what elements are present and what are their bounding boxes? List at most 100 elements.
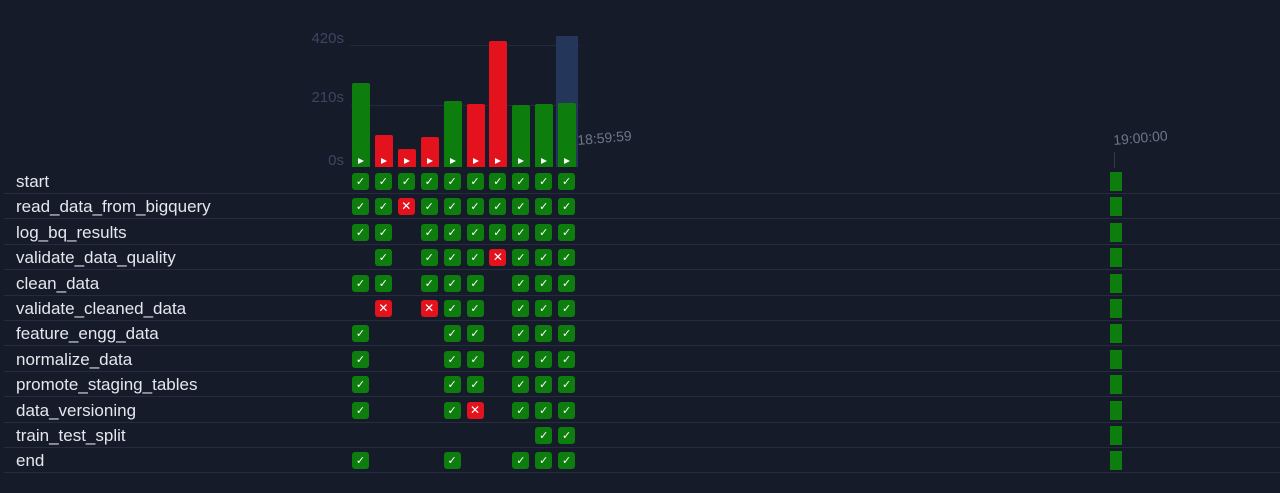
task-row[interactable]: start ✓ ✓ ✓ ✓ ✓ ✓ ✓ ✓ ✓ ✓ [4, 169, 1280, 194]
task-name[interactable]: validate_cleaned_data [16, 299, 186, 319]
success-check-icon[interactable]: ✓ [352, 376, 369, 394]
success-check-icon[interactable]: ✓ [512, 452, 530, 470]
success-check-icon[interactable]: ✓ [558, 173, 576, 190]
upstream-failed-icon[interactable] [375, 452, 392, 469]
success-check-icon[interactable]: ✓ [558, 249, 576, 267]
success-check-icon[interactable]: ✓ [443, 350, 461, 368]
success-check-icon[interactable]: ✓ [512, 350, 530, 368]
success-check-icon[interactable]: ✓ [512, 198, 530, 216]
upstream-failed-icon[interactable] [398, 402, 415, 419]
upstream-failed-icon[interactable] [421, 402, 438, 419]
task-name[interactable]: train_test_split [16, 426, 126, 446]
task-name[interactable]: log_bq_results [16, 223, 127, 243]
upstream-failed-icon[interactable] [375, 351, 392, 368]
success-check-icon[interactable]: ✓ [466, 350, 484, 368]
success-check-icon[interactable]: ✓ [443, 300, 461, 317]
upstream-failed-icon[interactable] [375, 376, 392, 393]
run-column[interactable] [419, 36, 441, 167]
task-row[interactable]: read_data_from_bigquery ✓ ✓ ✕ ✓ ✓ ✓ ✓ ✓ ✓ ✓ [4, 194, 1280, 220]
success-check-icon[interactable]: ✓ [352, 198, 369, 216]
upstream-failed-icon[interactable] [398, 351, 415, 368]
success-check-icon[interactable]: ✓ [352, 401, 369, 419]
success-check-icon[interactable]: ✓ [558, 223, 576, 241]
upstream-failed-icon[interactable] [489, 452, 506, 469]
success-check-icon[interactable]: ✓ [558, 300, 576, 317]
upstream-failed-icon[interactable] [398, 224, 415, 241]
success-check-icon[interactable]: ✓ [420, 274, 438, 292]
task-name[interactable]: data_versioning [16, 401, 136, 421]
success-check-icon[interactable]: ✓ [535, 376, 553, 394]
task-row[interactable]: data_versioning ✓ ✓ ✕ ✓ ✓ ✓ [4, 398, 1280, 423]
upstream-failed-icon[interactable] [489, 300, 506, 317]
success-check-icon[interactable]: ✓ [535, 173, 553, 190]
task-row[interactable]: feature_engg_data ✓ ✓ ✓ ✓ ✓ ✓ [4, 321, 1280, 347]
gantt-duration-bar[interactable] [1110, 197, 1122, 217]
success-check-icon[interactable]: ✓ [374, 274, 392, 292]
task-row[interactable]: clean_data ✓ ✓ ✓ ✓ ✓ ✓ ✓ ✓ [4, 271, 1280, 296]
success-check-icon[interactable]: ✓ [443, 173, 461, 190]
run-column[interactable] [373, 36, 395, 167]
success-check-icon[interactable]: ✓ [558, 198, 576, 216]
upstream-failed-icon[interactable] [489, 351, 506, 368]
failed-x-icon[interactable]: ✕ [397, 198, 415, 216]
success-check-icon[interactable]: ✓ [535, 198, 553, 216]
run-column[interactable] [533, 36, 555, 167]
upstream-failed-icon[interactable] [398, 376, 415, 393]
upstream-failed-icon[interactable] [489, 402, 506, 419]
success-check-icon[interactable]: ✓ [512, 173, 530, 190]
failed-x-icon[interactable]: ✕ [420, 300, 438, 317]
upstream-failed-icon[interactable] [489, 325, 506, 342]
success-check-icon[interactable]: ✓ [558, 452, 576, 470]
run-column[interactable] [487, 36, 509, 167]
success-check-icon[interactable]: ✓ [466, 274, 484, 292]
success-check-icon[interactable]: ✓ [512, 274, 530, 292]
success-check-icon[interactable]: ✓ [443, 223, 461, 241]
success-check-icon[interactable]: ✓ [512, 376, 530, 394]
success-check-icon[interactable]: ✓ [420, 173, 438, 190]
success-check-icon[interactable]: ✓ [512, 223, 530, 241]
upstream-failed-icon[interactable] [375, 325, 392, 342]
upstream-failed-icon[interactable] [398, 275, 415, 292]
run-duration-bar[interactable] [443, 101, 462, 167]
gantt-duration-bar[interactable] [1110, 375, 1122, 395]
success-check-icon[interactable]: ✓ [512, 300, 530, 317]
failed-x-icon[interactable]: ✕ [466, 401, 484, 419]
success-check-icon[interactable]: ✓ [466, 198, 484, 216]
upstream-failed-icon[interactable] [489, 376, 506, 393]
run-duration-bar[interactable] [397, 149, 416, 167]
gantt-duration-bar[interactable] [1110, 324, 1122, 344]
success-check-icon[interactable]: ✓ [535, 401, 553, 419]
success-check-icon[interactable]: ✓ [420, 198, 438, 216]
success-check-icon[interactable]: ✓ [443, 376, 461, 394]
gantt-duration-bar[interactable] [1110, 426, 1122, 445]
success-check-icon[interactable]: ✓ [558, 401, 576, 419]
success-check-icon[interactable]: ✓ [466, 376, 484, 394]
gantt-duration-bar[interactable] [1110, 400, 1122, 420]
task-name[interactable]: clean_data [16, 274, 99, 294]
run-column[interactable] [556, 36, 579, 167]
upstream-failed-icon[interactable] [421, 452, 438, 469]
success-check-icon[interactable]: ✓ [466, 223, 484, 241]
gantt-duration-bar[interactable] [1110, 299, 1122, 318]
run-duration-bar[interactable] [420, 137, 439, 167]
upstream-failed-icon[interactable] [398, 325, 415, 342]
success-check-icon[interactable]: ✓ [352, 223, 369, 241]
upstream-failed-icon[interactable] [421, 351, 438, 368]
success-check-icon[interactable]: ✓ [512, 325, 530, 343]
task-row[interactable]: train_test_split ✓ ✓ [4, 423, 1280, 448]
success-check-icon[interactable]: ✓ [489, 198, 507, 216]
gantt-duration-bar[interactable] [1110, 273, 1122, 293]
run-column[interactable] [510, 36, 532, 167]
success-check-icon[interactable]: ✓ [489, 173, 507, 190]
run-duration-bar[interactable] [489, 41, 508, 167]
run-column[interactable] [396, 36, 418, 167]
task-name[interactable]: feature_engg_data [16, 324, 159, 344]
run-duration-bar[interactable] [466, 104, 485, 167]
success-check-icon[interactable]: ✓ [443, 401, 461, 419]
success-check-icon[interactable]: ✓ [466, 325, 484, 343]
success-check-icon[interactable]: ✓ [352, 274, 369, 292]
success-check-icon[interactable]: ✓ [535, 452, 553, 470]
gantt-duration-bar[interactable] [1110, 222, 1122, 242]
success-check-icon[interactable]: ✓ [466, 173, 484, 190]
failed-x-icon[interactable]: ✕ [374, 300, 392, 317]
